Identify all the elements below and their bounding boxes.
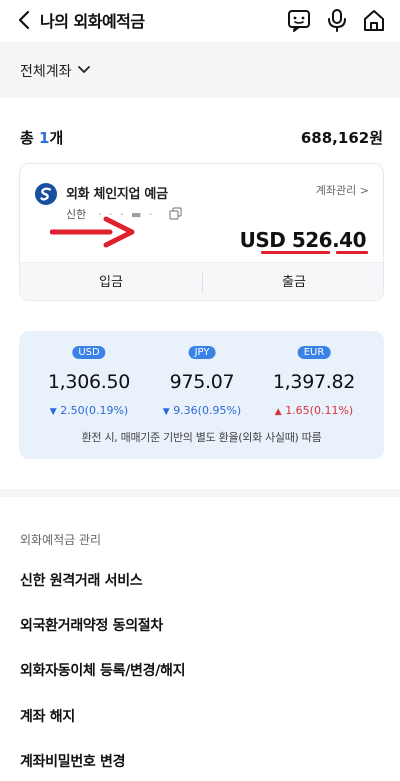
rate-item-jpy: JPY 975.07 ▼ 9.36(0.95%) (142, 331, 262, 431)
total-balance: 688,162원 (300, 129, 383, 147)
copy-icon[interactable] (169, 207, 182, 220)
account-manage-link[interactable]: 계좌관리 > (316, 182, 369, 198)
chevron-down-icon[interactable] (77, 64, 91, 76)
deposit-button[interactable]: 입금 (20, 263, 202, 300)
account-count-suffix: 개 (49, 129, 64, 147)
account-count-number: 1 (39, 129, 50, 147)
rate-item-eur: EUR 1,397.82 ▲ 1.65(0.11%) (254, 331, 374, 431)
back-icon[interactable] (14, 9, 36, 31)
red-arrow-annotation-icon (50, 216, 135, 248)
down-triangle-icon: ▼ (49, 407, 57, 417)
rate-item-usd: USD 1,306.50 ▼ 2.50(0.19%) (29, 331, 149, 431)
top-app-bar: 나의 외화예적금 (0, 0, 400, 42)
section-divider (0, 489, 400, 497)
card-actions: 입금 출금 (20, 262, 383, 300)
rate-note: 환전 시, 매매기준 기반의 별도 환율(외화 사실때) 따름 (81, 431, 322, 444)
shinhan-logo-icon (35, 183, 57, 205)
account-count: 총 1개 (20, 127, 63, 148)
account-name: 외화 체인지업 예금 (66, 187, 168, 202)
rate-change-value: 2.50(0.19%) (60, 404, 129, 417)
red-underline (261, 251, 303, 254)
menu-item-close-account[interactable]: 계좌 해지 (20, 706, 75, 726)
rate-value: 975.07 (169, 371, 235, 393)
rate-change: ▲ 1.65(0.11%) (254, 404, 374, 417)
account-card[interactable]: 외화 체인지업 예금 신한 · · · ▬ · 계좌관리 > USD 526.4… (19, 163, 384, 301)
menu-item-fx-agreement[interactable]: 외국환거래약정 동의절차 (20, 615, 163, 635)
rate-value: 1,397.82 (272, 371, 356, 393)
menu-item-auto-transfer[interactable]: 외화자동이체 등록/변경/해지 (20, 660, 185, 680)
menu-heading: 외화예적금 관리 (20, 533, 102, 547)
currency-badge: EUR (297, 346, 331, 359)
account-filter-label[interactable]: 전체계좌 (20, 61, 72, 81)
red-underline (336, 251, 368, 254)
account-count-prefix: 총 (20, 129, 40, 147)
menu-item-change-password[interactable]: 계좌비밀번호 변경 (20, 751, 126, 771)
account-balance: USD 526.40 (239, 228, 367, 252)
page-title: 나의 외화예적금 (40, 12, 145, 31)
menu-item-remote-service[interactable]: 신한 원격거래 서비스 (20, 570, 143, 590)
rate-change-value: 9.36(0.95%) (173, 404, 242, 417)
exchange-rate-panel: USD 1,306.50 ▼ 2.50(0.19%) JPY 975.07 ▼ … (19, 331, 384, 459)
up-triangle-icon: ▲ (274, 407, 282, 417)
currency-badge: JPY (188, 346, 216, 359)
down-triangle-icon: ▼ (162, 407, 170, 417)
rate-change: ▼ 2.50(0.19%) (29, 404, 149, 417)
withdraw-button[interactable]: 출금 (203, 263, 383, 300)
rate-change-value: 1.65(0.11%) (285, 404, 354, 417)
red-underline (298, 251, 330, 254)
account-filter-bar[interactable]: 전체계좌 (0, 42, 400, 98)
currency-badge: USD (72, 346, 106, 359)
microphone-icon[interactable] (324, 7, 350, 33)
chat-bot-icon[interactable] (286, 7, 312, 33)
home-icon[interactable] (361, 7, 387, 33)
rate-value: 1,306.50 (47, 371, 131, 393)
rate-change: ▼ 9.36(0.95%) (142, 404, 262, 417)
